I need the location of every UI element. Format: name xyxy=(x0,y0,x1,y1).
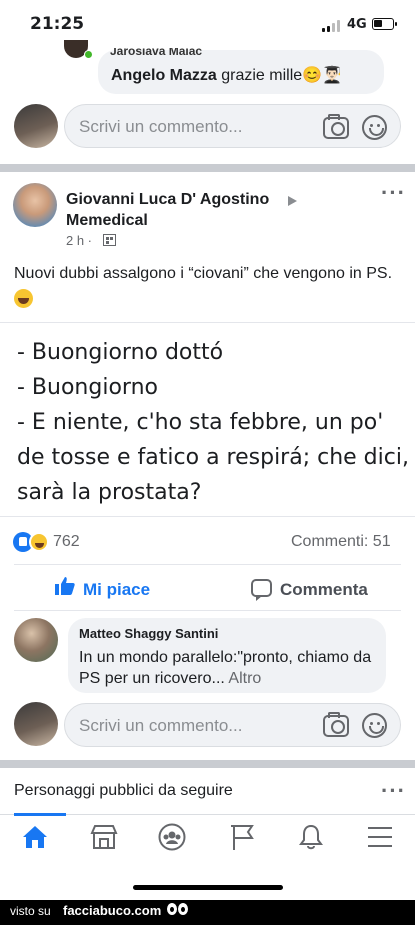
post-target-page[interactable]: Memedical xyxy=(66,212,148,229)
comment-author[interactable]: Matteo Shaggy Santini xyxy=(79,626,218,641)
reply-content: Angelo Mazza grazie mille😊👨🏻‍🎓 xyxy=(111,65,342,85)
post-image-text: - Buongiorno dottó - Buongiorno - E nien… xyxy=(17,335,409,510)
camera-icon[interactable] xyxy=(323,712,349,737)
watermark-prefix: visto su xyxy=(10,904,51,918)
page-building-icon xyxy=(103,234,116,246)
user-avatar[interactable] xyxy=(14,104,58,148)
post-time[interactable]: 2 h · xyxy=(66,233,92,248)
reactions-count[interactable]: 762 xyxy=(53,533,80,551)
pages-flag-icon[interactable] xyxy=(230,823,256,851)
actions-divider xyxy=(14,564,401,565)
separator xyxy=(0,760,415,768)
bottom-tab-bar xyxy=(0,814,415,866)
battery-icon xyxy=(372,18,397,30)
post-text-content: Nuovi dubbi assalgono i “ciovani” che ve… xyxy=(14,265,393,282)
actions-divider xyxy=(14,610,401,611)
comment-bubble-icon xyxy=(251,579,272,601)
shared-to-arrow-icon xyxy=(288,196,297,206)
home-indicator xyxy=(133,885,283,890)
separator xyxy=(0,164,415,172)
active-tab-indicator xyxy=(14,813,66,816)
network-label: 4G xyxy=(347,17,367,32)
content-divider xyxy=(0,516,415,517)
notifications-bell-icon[interactable] xyxy=(298,823,324,851)
logo-eye-icon xyxy=(167,903,177,915)
content-line-1: - Buongiorno dottó xyxy=(17,340,224,365)
comment-placeholder: Scrivi un commento... xyxy=(79,716,243,735)
commenter-avatar[interactable] xyxy=(14,618,58,662)
logo-eye-icon xyxy=(178,903,188,915)
haha-reaction-icon[interactable] xyxy=(29,532,49,552)
camera-icon[interactable] xyxy=(323,114,349,139)
reply-author[interactable]: Angelo Mazza xyxy=(111,67,217,84)
comment-button[interactable]: Commenta xyxy=(280,580,368,600)
menu-icon[interactable] xyxy=(367,826,393,848)
status-time: 21:25 xyxy=(30,14,85,34)
content-divider xyxy=(0,322,415,323)
user-avatar[interactable] xyxy=(14,702,58,746)
reply-text: grazie mille😊👨🏻‍🎓 xyxy=(221,67,343,84)
comment-text: In un mondo parallelo:"pronto, chiamo da… xyxy=(79,649,372,687)
more-dots-icon[interactable]: ··· xyxy=(381,180,406,206)
content-line-3: - E niente, c'ho sta febbre, un po' de t… xyxy=(17,410,409,505)
comment-more-link[interactable]: Altro xyxy=(228,670,261,687)
comments-count[interactable]: Commenti: 51 xyxy=(291,533,391,551)
home-icon[interactable] xyxy=(22,825,48,849)
post-text: Nuovi dubbi assalgono i “ciovani” che ve… xyxy=(14,260,404,314)
content-line-2: - Buongiorno xyxy=(17,375,158,400)
laughing-emoji-icon xyxy=(14,289,33,308)
online-indicator xyxy=(84,50,93,59)
signal-icon xyxy=(322,20,342,32)
emoji-icon[interactable] xyxy=(362,713,387,738)
like-thumb-icon xyxy=(55,577,75,595)
section-title: Personaggi pubblici da seguire xyxy=(14,782,233,799)
post-author-line: Giovanni Luca D' Agostino Memedical xyxy=(66,189,296,231)
comment-text-block: In un mondo parallelo:"pronto, chiamo da… xyxy=(79,647,379,689)
post-author[interactable]: Giovanni Luca D' Agostino xyxy=(66,191,269,208)
marketplace-icon[interactable] xyxy=(90,824,118,850)
more-dots-icon[interactable]: ··· xyxy=(381,778,406,804)
comment-placeholder: Scrivi un commento... xyxy=(79,117,243,136)
groups-icon[interactable] xyxy=(158,823,186,851)
author-avatar[interactable] xyxy=(13,183,57,227)
emoji-icon[interactable] xyxy=(362,115,387,140)
watermark-brand: facciabuco.com xyxy=(63,903,162,918)
like-button[interactable]: Mi piace xyxy=(83,580,150,600)
